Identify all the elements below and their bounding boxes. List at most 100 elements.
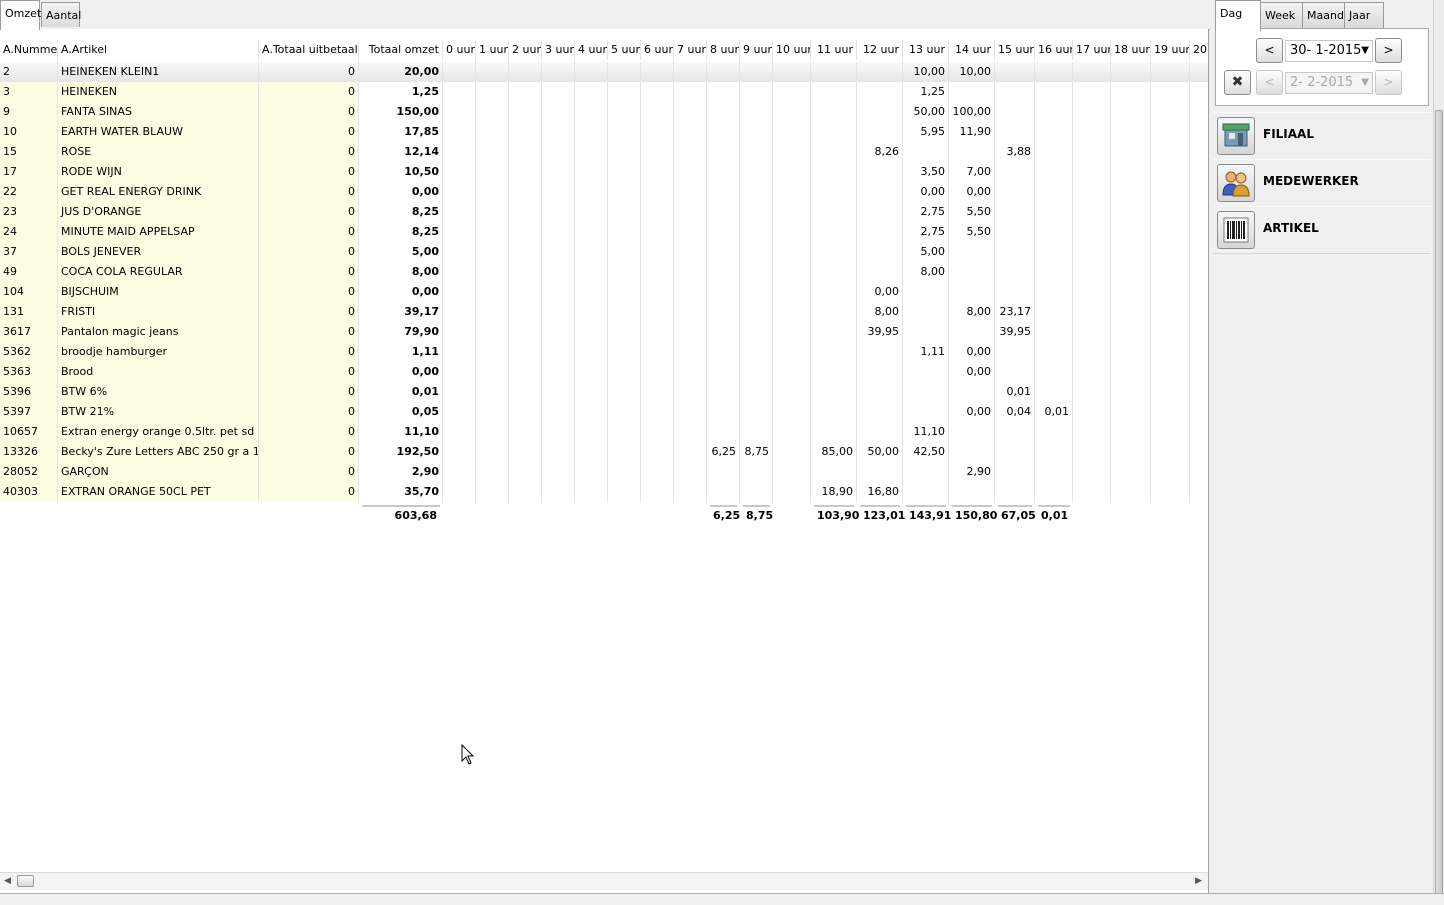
cell-hour: [509, 442, 542, 462]
table-row[interactable]: 13326 Becky's Zure Letters ABC 250 gr a 1…: [0, 442, 1208, 462]
table-row[interactable]: 49 COCA COLA REGULAR 0 8,00 8,00: [0, 262, 1208, 282]
tab-maand[interactable]: Maand: [1302, 2, 1345, 29]
column-header[interactable]: Totaal omzet: [359, 40, 443, 60]
category-label: MEDEWERKER: [1263, 174, 1359, 188]
category-artikel[interactable]: ARTIKEL: [1213, 206, 1431, 254]
table-row[interactable]: 15 ROSE 0 12,14 8,26 3,88: [0, 142, 1208, 162]
scroll-thumb[interactable]: [1435, 110, 1443, 902]
cell-hour: [1111, 382, 1151, 402]
column-header[interactable]: A.Totaal uitbetaald: [259, 40, 359, 60]
column-header[interactable]: 9 uur: [740, 40, 773, 60]
column-header[interactable]: 12 uur: [857, 40, 903, 60]
category-filiaal[interactable]: FILIAAL: [1213, 112, 1431, 160]
column-header[interactable]: 13 uur: [903, 40, 949, 60]
column-header[interactable]: 6 uur: [641, 40, 674, 60]
tab-dag[interactable]: Dag: [1215, 0, 1261, 31]
cell-hour: [476, 362, 509, 382]
cell-nr: 17: [0, 162, 58, 182]
horizontal-scrollbar[interactable]: ◀ ▶: [0, 872, 1208, 890]
column-header[interactable]: 18 uur: [1111, 40, 1151, 60]
cell-hour: 6,25: [707, 442, 740, 462]
report-grid: A.Nummer A.Artikel A.Totaal uitbetaald Tota…: [0, 29, 1209, 893]
cell-hour: [575, 342, 608, 362]
cell-omzet: 20,00: [359, 62, 443, 82]
cell-artikel: HEINEKEN KLEIN1: [58, 62, 259, 82]
cell-omzet: 10,50: [359, 162, 443, 182]
cell-hour: [1111, 182, 1151, 202]
tab-omzet[interactable]: Omzet: [0, 0, 41, 30]
column-header[interactable]: 3 uur: [542, 40, 575, 60]
table-row[interactable]: 28052 GARÇON 0 2,90 2,90: [0, 462, 1208, 482]
column-header[interactable]: 1 uur: [476, 40, 509, 60]
scroll-right-icon[interactable]: ▶: [1195, 876, 1202, 886]
scroll-left-icon[interactable]: ◀: [4, 876, 11, 886]
column-header[interactable]: 4 uur: [575, 40, 608, 60]
cell-hour: 5,95: [903, 122, 949, 142]
cell-hour: [1073, 142, 1111, 162]
cell-hour: [542, 342, 575, 362]
cell-hour: [476, 422, 509, 442]
table-row[interactable]: 2 HEINEKEN KLEIN1 0 20,00 10,00 10,00: [0, 62, 1208, 82]
tab-jaar[interactable]: Jaar: [1344, 2, 1384, 29]
cell-hour: [608, 62, 641, 82]
table-row[interactable]: 9 FANTA SINAS 0 150,00 50,00 100,00: [0, 102, 1208, 122]
cell-hour: [641, 242, 674, 262]
table-row[interactable]: 22 GET REAL ENERGY DRINK 0 0,00 0,00 0,00: [0, 182, 1208, 202]
next-date-button[interactable]: >: [1375, 38, 1402, 63]
column-header[interactable]: 16 uur: [1035, 40, 1073, 60]
table-row[interactable]: 40303 EXTRAN ORANGE 50CL PET 0 35,70 18,90 16…: [0, 482, 1208, 502]
status-bar: [0, 893, 1444, 905]
category-medewerker[interactable]: MEDEWERKER: [1213, 159, 1431, 207]
cell-nr: 131: [0, 302, 58, 322]
cell-hour: [707, 302, 740, 322]
table-row[interactable]: 5362 broodje hamburger 0 1,11 1,11 0,00: [0, 342, 1208, 362]
clear-range-button[interactable]: ✖: [1224, 70, 1251, 95]
table-row[interactable]: 10 EARTH WATER BLAUW 0 17,85 5,95 11,90: [0, 122, 1208, 142]
cell-hour: 1,11: [903, 342, 949, 362]
column-header[interactable]: 7 uur: [674, 40, 707, 60]
cell-hour: [707, 382, 740, 402]
table-row[interactable]: 104 BIJSCHUIM 0 0,00 0,00: [0, 282, 1208, 302]
column-header[interactable]: 17 uur: [1073, 40, 1111, 60]
table-row[interactable]: 3 HEINEKEN 0 1,25 1,25: [0, 82, 1208, 102]
table-row[interactable]: 131 FRISTI 0 39,17 8,00 8,00 23,17: [0, 302, 1208, 322]
vertical-scrollbar[interactable]: [1433, 0, 1444, 904]
cell-hour: [1190, 442, 1208, 462]
column-header[interactable]: 14 uur: [949, 40, 995, 60]
column-header[interactable]: 5 uur: [608, 40, 641, 60]
cell-hour: [608, 202, 641, 222]
column-header[interactable]: 20: [1190, 40, 1208, 60]
cell-hour: 0,00: [949, 402, 995, 422]
column-header[interactable]: 8 uur: [707, 40, 740, 60]
column-header[interactable]: A.Nummer: [0, 40, 58, 60]
cell-omzet: 0,00: [359, 182, 443, 202]
column-header[interactable]: 19 uur: [1151, 40, 1190, 60]
date-from-select[interactable]: 30- 1-2015 ▼: [1285, 40, 1373, 62]
column-header[interactable]: 15 uur: [995, 40, 1035, 60]
column-header[interactable]: 10 uur: [773, 40, 811, 60]
cell-hour: 0,01: [995, 382, 1035, 402]
scroll-thumb[interactable]: [17, 875, 34, 887]
table-row[interactable]: 10657 Extran energy orange 0.5ltr. pet sd…: [0, 422, 1208, 442]
column-header[interactable]: 0 uur: [443, 40, 476, 60]
table-row[interactable]: 5397 BTW 21% 0 0,05 0,00 0,04 0,01: [0, 402, 1208, 422]
tab-week[interactable]: Week: [1260, 2, 1303, 29]
cell-hour: [1111, 262, 1151, 282]
table-row[interactable]: 5396 BTW 6% 0 0,01 0,01: [0, 382, 1208, 402]
table-row[interactable]: 23 JUS D'ORANGE 0 8,25 2,75 5,50: [0, 202, 1208, 222]
prev-date-button[interactable]: <: [1256, 38, 1283, 63]
cell-hour: [995, 62, 1035, 82]
table-row[interactable]: 24 MINUTE MAID APPELSAP 0 8,25 2,75 5,50: [0, 222, 1208, 242]
column-header[interactable]: 2 uur: [509, 40, 542, 60]
tab-aantal[interactable]: Aantal: [41, 2, 81, 27]
cell-hour: [1035, 462, 1073, 482]
table-row[interactable]: 17 RODE WIJN 0 10,50 3,50 7,00: [0, 162, 1208, 182]
table-row[interactable]: 3617 Pantalon magic jeans 0 79,90 39,95 39,95: [0, 322, 1208, 342]
cell-hour: [707, 222, 740, 242]
column-header[interactable]: 11 uur: [811, 40, 857, 60]
table-row[interactable]: 5363 Brood 0 0,00 0,00: [0, 362, 1208, 382]
cell-hour: [608, 302, 641, 322]
table-row[interactable]: 37 BOLS JENEVER 0 5,00 5,00: [0, 242, 1208, 262]
cell-hour: [608, 462, 641, 482]
column-header[interactable]: A.Artikel: [58, 40, 259, 60]
